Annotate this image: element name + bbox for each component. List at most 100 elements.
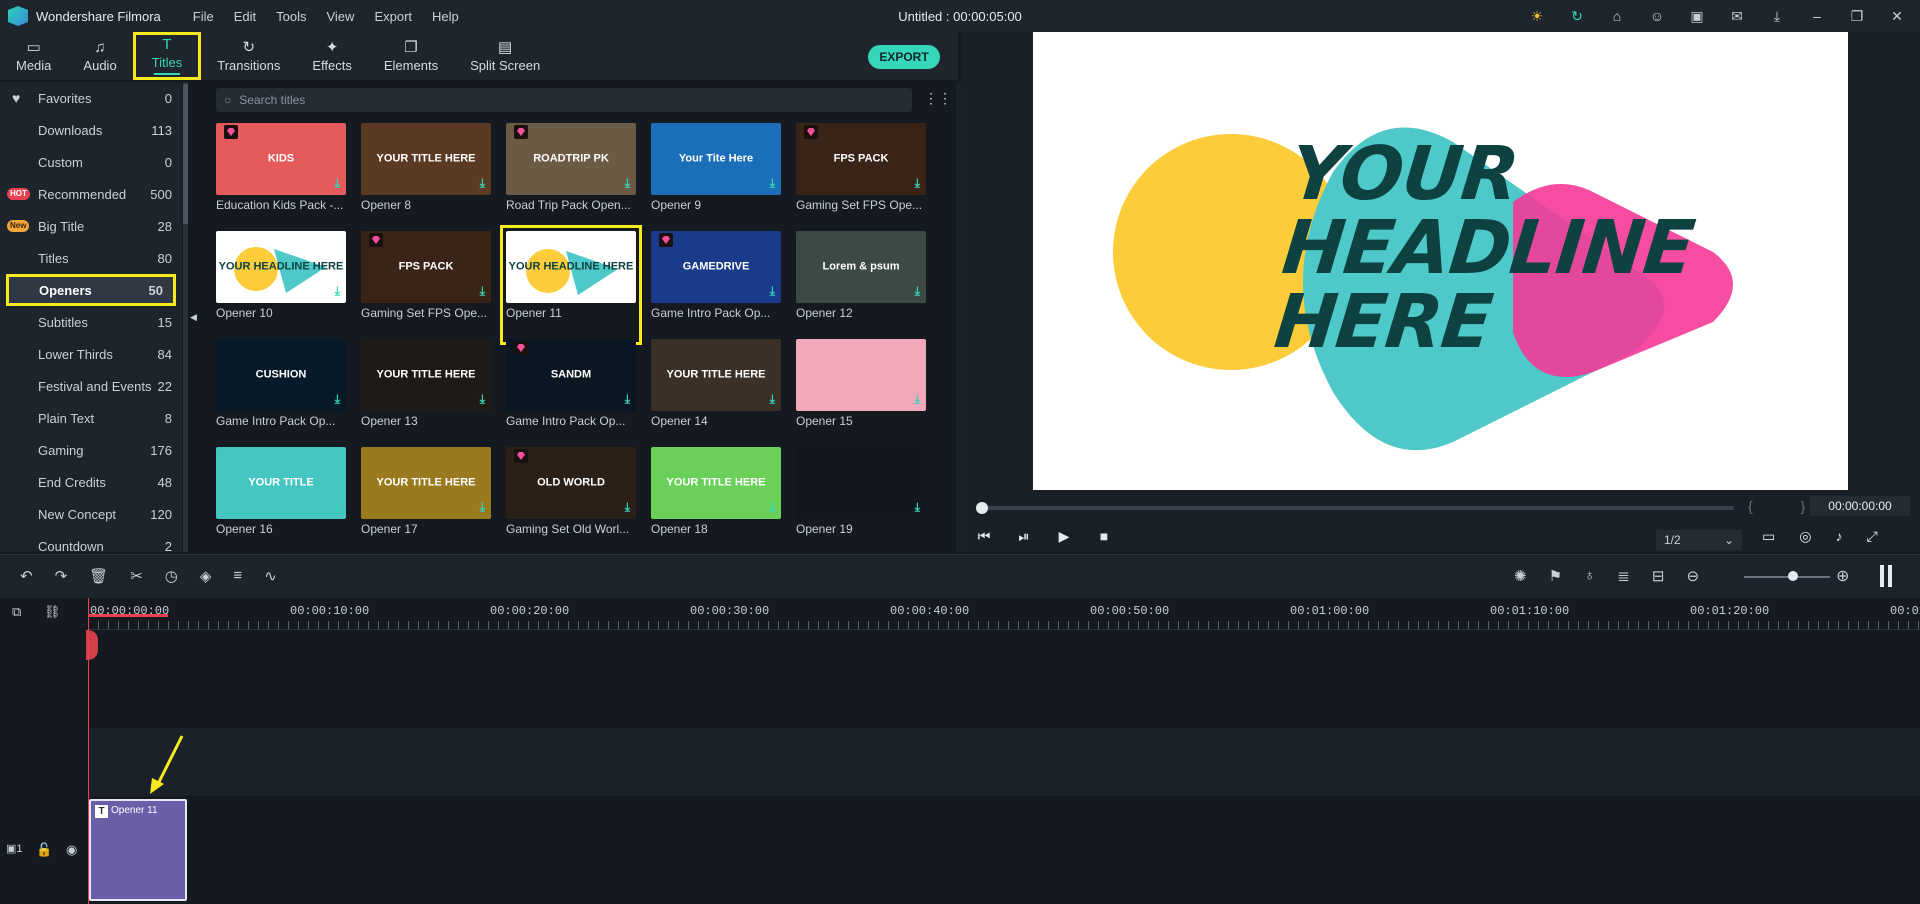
timeline-ruler[interactable]: 00:00:00:00 00:00:10:00 00:00:20:00 00:00:3… [88,598,1920,630]
title-card[interactable]: ⤓ Opener 19 [796,447,926,555]
title-thumbnail[interactable]: Your Tite Here ⤓ [651,123,781,195]
category-plain-text[interactable]: Plain Text 8 [0,402,182,434]
play-step-icon[interactable]: ⏯ [1016,528,1032,545]
close-icon[interactable]: ✕ [1888,8,1906,25]
category-subtitles[interactable]: Subtitles 15 [0,306,182,338]
title-card[interactable]: Your Tite Here ⤓ Opener 9 [651,123,781,231]
title-card[interactable]: YOUR TITLE HERE ⤓ Opener 17 [361,447,491,555]
search-input[interactable]: Search titles [239,93,305,107]
title-thumbnail[interactable]: SANDM ⤓ [506,339,636,411]
title-thumbnail[interactable]: FPS PACK ⤓ [796,123,926,195]
download-icon[interactable]: ⤓ [335,284,340,299]
gift-icon[interactable]: ⌂ [1608,8,1626,24]
category-favorites[interactable]: ♥ Favorites 0 [0,82,182,114]
eye-icon[interactable]: ◉ [66,842,77,858]
tab-transitions[interactable]: ↻ Transitions [201,32,296,80]
category-big-title[interactable]: New Big Title 28 [0,210,182,242]
menu-file[interactable]: File [193,9,214,24]
zoom-slider[interactable] [1744,576,1830,578]
volume-icon[interactable]: ♪ [1835,528,1842,545]
menu-tools[interactable]: Tools [276,9,306,24]
keyframe-icon[interactable]: ◈ [200,567,212,585]
title-card[interactable]: YOUR TITLE ⤓ Opener 16 [216,447,346,555]
title-card[interactable]: KIDS ⤓ Education Kids Pack -... [216,123,346,231]
resolution-select[interactable]: 1/2 ⌄ [1656,530,1742,550]
undo-icon[interactable]: ↶ [20,567,33,585]
restore-icon[interactable]: ❐ [1848,8,1866,25]
tab-elements[interactable]: ❐ Elements [368,32,454,80]
marker-icon[interactable]: ⚑ [1549,567,1562,585]
title-card[interactable]: GAMEDRIVE ⤓ Game Intro Pack Op... [651,231,781,339]
voiceover-icon[interactable]: ≣ [1617,567,1630,585]
title-card[interactable]: YOUR TITLE HERE ⤓ Opener 13 [361,339,491,447]
download-icon[interactable]: ⤓ [335,500,340,515]
title-thumbnail[interactable]: CUSHION ⤓ [216,339,346,411]
render-icon[interactable]: ✺ [1514,567,1527,585]
category-new-concept[interactable]: New Concept 120 [0,498,182,530]
fullscreen-icon[interactable]: ⤢ [1866,528,1877,545]
tab-media[interactable]: ▭ Media [0,32,67,80]
title-thumbnail[interactable]: YOUR HEADLINE HERE [506,231,636,303]
tab-effects[interactable]: ✦ Effects [296,32,368,80]
adjust-icon[interactable]: ≡ [233,567,242,585]
stop-icon[interactable]: ■ [1096,528,1112,545]
timeline-clip[interactable]: T Opener 11 [89,799,187,901]
download-icon[interactable]: ⤓ [1768,8,1786,25]
scroll-thumb[interactable] [183,84,188,224]
title-card[interactable]: YOUR HEADLINE HERE ⤓ Opener 10 [216,231,346,339]
download-icon[interactable]: ⤓ [480,284,485,299]
category-end-credits[interactable]: End Credits 48 [0,466,182,498]
menu-edit[interactable]: Edit [234,9,256,24]
zoom-out-icon[interactable]: ⊖ [1686,567,1699,585]
download-icon[interactable]: ⤓ [770,176,775,191]
prev-frame-icon[interactable]: ⏮ [976,528,992,545]
menu-help[interactable]: Help [432,9,459,24]
speed-icon[interactable]: ◷ [165,567,178,585]
download-icon[interactable]: ⤓ [335,392,340,407]
delete-icon[interactable]: 🗑 [89,567,108,585]
title-thumbnail[interactable]: GAMEDRIVE ⤓ [651,231,781,303]
title-thumbnail[interactable]: YOUR TITLE HERE ⤓ [361,123,491,195]
title-card[interactable]: FPS PACK ⤓ Gaming Set FPS Ope... [796,123,926,231]
download-icon[interactable]: ⤓ [770,284,775,299]
title-thumbnail[interactable]: YOUR TITLE HERE ⤓ [361,447,491,519]
title-thumbnail[interactable]: YOUR TITLE HERE ⤓ [651,339,781,411]
mic-icon[interactable]: ♁ [1584,567,1595,585]
title-thumbnail[interactable]: ⤓ [796,447,926,519]
lock-icon[interactable]: 🔓 [36,842,52,858]
user-icon[interactable]: ☺ [1648,8,1666,24]
download-icon[interactable]: ⤓ [770,392,775,407]
title-card[interactable]: ROADTRIP PK ⤓ Road Trip Pack Open... [506,123,636,231]
snapshot-icon[interactable]: ◎ [1799,528,1811,545]
menu-export[interactable]: Export [374,9,412,24]
category-countdown[interactable]: Countdown 2 [0,530,182,553]
title-card[interactable]: YOUR TITLE HERE ⤓ Opener 14 [651,339,781,447]
download-icon[interactable]: ⤓ [625,392,630,407]
audio-mix-icon[interactable]: ∿ [264,567,277,585]
search-bar[interactable]: ○ Search titles [216,88,912,112]
title-card[interactable]: YOUR HEADLINE HERE Opener 11 [500,225,642,345]
sidebar-scrollbar[interactable] [183,82,188,552]
download-icon[interactable]: ⤓ [480,500,485,515]
download-icon[interactable]: ⤓ [625,176,630,191]
category-titles[interactable]: Titles 80 [0,242,182,274]
category-gaming[interactable]: Gaming 176 [0,434,182,466]
download-icon[interactable]: ⤓ [915,284,920,299]
zoom-knob[interactable] [1788,571,1798,581]
download-icon[interactable]: ⤓ [915,392,920,407]
title-thumbnail[interactable]: YOUR TITLE ⤓ [216,447,346,519]
mail-icon[interactable]: ✉ [1728,8,1746,25]
save-icon[interactable]: ▣ [1688,8,1706,25]
headset-icon[interactable]: ↻ [1568,8,1586,25]
title-card[interactable]: Lorem & psum ⤓ Opener 12 [796,231,926,339]
title-thumbnail[interactable]: ⤓ [796,339,926,411]
collapse-arrow-icon[interactable]: ◀ [190,312,197,323]
title-thumbnail[interactable]: Lorem & psum ⤓ [796,231,926,303]
bulb-icon[interactable]: ☀ [1528,8,1546,25]
zoom-in-icon[interactable]: ⊕ [1836,566,1849,586]
timeline-track-empty[interactable] [88,728,1920,796]
link-icon[interactable]: ⛓ [44,604,61,620]
pause-render-icon[interactable] [1880,565,1892,587]
download-icon[interactable]: ⤓ [625,500,630,515]
title-card[interactable]: SANDM ⤓ Game Intro Pack Op... [506,339,636,447]
